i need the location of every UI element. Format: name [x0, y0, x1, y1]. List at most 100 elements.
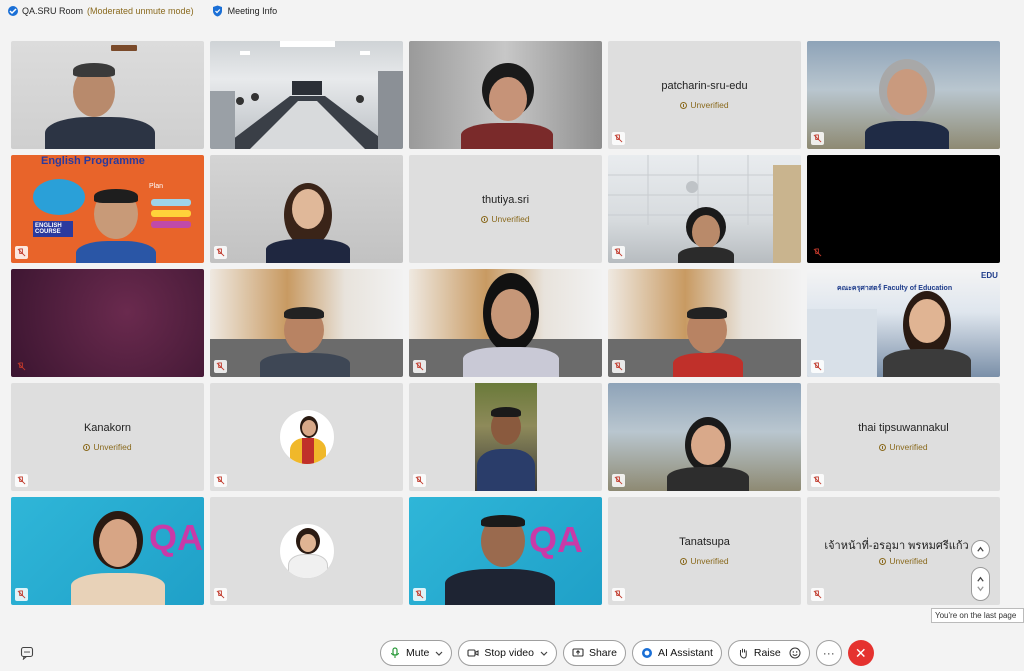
unverified-status: Unverified: [608, 556, 801, 566]
reactions-icon: [789, 647, 801, 659]
muted-icon: [214, 588, 227, 601]
conference-room-video: [210, 41, 403, 149]
participant-tile-5[interactable]: [807, 41, 1000, 149]
mute-button[interactable]: Mute: [380, 640, 453, 666]
unverified-status: Unverified: [608, 100, 801, 110]
room-title[interactable]: QA.SRU Room (Moderated unmute mode): [8, 6, 194, 16]
participant-tile-19[interactable]: [608, 383, 801, 491]
room-mode: (Moderated unmute mode): [87, 6, 194, 16]
meeting-info-label: Meeting Info: [227, 6, 278, 16]
muted-icon: [413, 588, 426, 601]
meeting-info-button[interactable]: Meeting Info: [212, 5, 278, 17]
participant-tile-9[interactable]: [608, 155, 801, 263]
scroll-up-button[interactable]: [971, 540, 990, 559]
muted-icon: [413, 474, 426, 487]
participant-video: [457, 63, 557, 149]
chevron-up-icon: [977, 546, 984, 552]
participant-tile-24[interactable]: Tanatsupa Unverified: [608, 497, 801, 605]
muted-icon: [15, 588, 28, 601]
participant-tile-13[interactable]: [409, 269, 602, 377]
raise-hand-button[interactable]: Raise: [727, 640, 810, 666]
unverified-status: Unverified: [409, 214, 602, 224]
participant-tile-8[interactable]: thutiya.sri Unverified: [409, 155, 602, 263]
ai-assistant-label: AI Assistant: [658, 647, 713, 659]
chevron-down-icon: [977, 586, 984, 592]
stop-video-button[interactable]: Stop video: [458, 640, 557, 666]
participant-video: [877, 291, 977, 377]
participant-video: [41, 61, 161, 149]
share-screen-icon: [572, 648, 584, 657]
ai-assistant-icon: [642, 648, 652, 658]
muted-icon: [612, 246, 625, 259]
info-icon: [879, 444, 887, 451]
participant-video: [76, 189, 156, 263]
ai-assistant-button[interactable]: AI Assistant: [632, 640, 722, 666]
participant-tile-7[interactable]: [210, 155, 403, 263]
muted-icon: [811, 360, 824, 373]
course-label: ENGLISH COURSE: [33, 221, 73, 237]
stop-video-label: Stop video: [484, 647, 534, 659]
room-name: QA.SRU Room: [22, 6, 84, 16]
muted-icon: [612, 588, 625, 601]
unverified-status: Unverified: [807, 556, 1000, 566]
participant-tile-2[interactable]: [210, 41, 403, 149]
page-navigation[interactable]: [971, 567, 990, 601]
chevron-up-icon: [977, 576, 984, 582]
end-meeting-button[interactable]: ✕: [847, 640, 874, 666]
webex-logo-icon: [8, 6, 18, 16]
more-options-icon: ···: [822, 646, 835, 660]
last-page-tooltip: You're on the last page: [931, 608, 1024, 623]
participant-video: [676, 207, 736, 263]
participant-tile-12[interactable]: [210, 269, 403, 377]
info-icon: [680, 558, 688, 565]
participant-tile-6[interactable]: English Programme ENGLISH COURSE Plan: [11, 155, 204, 263]
close-icon: ✕: [854, 644, 867, 661]
microphone-icon: [390, 647, 400, 658]
participant-tile-16[interactable]: Kanakorn Unverified: [11, 383, 204, 491]
participant-video: [459, 273, 559, 377]
muted-icon: [413, 360, 426, 373]
participant-video: [475, 383, 537, 491]
participant-tile-20[interactable]: thai tipsuwannakul Unverified: [807, 383, 1000, 491]
share-button[interactable]: Share: [562, 640, 626, 666]
avatar: [279, 523, 335, 579]
participant-tile-14[interactable]: [608, 269, 801, 377]
unverified-status: Unverified: [11, 442, 204, 452]
avatar: [279, 409, 335, 465]
participant-tile-10[interactable]: [807, 155, 1000, 263]
participant-tile-3[interactable]: [409, 41, 602, 149]
participant-tile-18[interactable]: [409, 383, 602, 491]
muted-icon: [612, 474, 625, 487]
muted-icon: [15, 474, 28, 487]
participant-name: Tanatsupa: [679, 536, 730, 548]
participant-name: Kanakorn: [83, 422, 132, 434]
participant-video: [445, 515, 555, 605]
participant-tile-1[interactable]: [11, 41, 204, 149]
mute-label: Mute: [406, 647, 430, 659]
participant-tile-22[interactable]: [210, 497, 403, 605]
more-options-button[interactable]: ···: [815, 640, 842, 666]
muted-icon: [15, 246, 28, 259]
participant-name: patcharin-sru-edu: [661, 80, 748, 92]
participant-tile-11[interactable]: [11, 269, 204, 377]
muted-icon: [612, 360, 625, 373]
participant-video: [260, 307, 350, 377]
muted-icon: [214, 360, 227, 373]
participant-tile-23[interactable]: QA: [409, 497, 602, 605]
muted-icon: [811, 246, 824, 259]
participant-tile-15[interactable]: คณะครุศาสตร์ Faculty of Education EDU: [807, 269, 1000, 377]
participant-tile-21[interactable]: QA: [11, 497, 204, 605]
participant-tile-17[interactable]: [210, 383, 403, 491]
chat-icon[interactable]: [20, 646, 34, 660]
meeting-toolbar: Mute Stop video Share AI Assistant Raise…: [380, 640, 874, 666]
info-icon: [879, 558, 887, 565]
edu-logo: EDU: [981, 271, 998, 280]
skills-graphic: [151, 199, 191, 239]
participant-tile-4[interactable]: patcharin-sru-edu Unverified: [608, 41, 801, 149]
share-label: Share: [588, 647, 617, 659]
participant-video: [857, 59, 957, 149]
muted-icon: [811, 474, 824, 487]
muted-icon: [811, 132, 824, 145]
participant-video: [71, 511, 171, 605]
info-icon: [83, 444, 91, 451]
